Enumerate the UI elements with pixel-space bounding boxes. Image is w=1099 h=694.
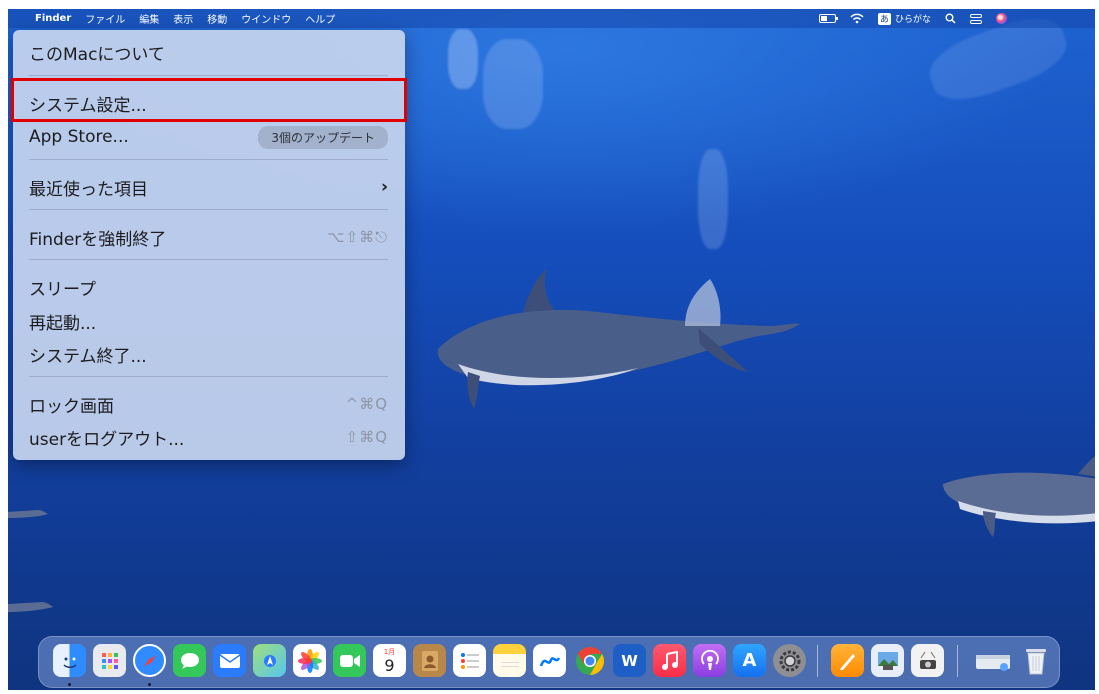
- menu-item-force-quit[interactable]: Finderを強制終了 ⌥⇧⌘⎋: [29, 222, 388, 252]
- system-settings-icon[interactable]: [773, 644, 806, 677]
- menu-item-label: システム終了...: [29, 346, 147, 367]
- screenshot-icon[interactable]: [911, 644, 944, 677]
- siri-icon[interactable]: [996, 13, 1007, 24]
- dock: 1月 9 W A: [38, 636, 1060, 688]
- menu-item-label: App Store...: [29, 127, 129, 147]
- trash-icon[interactable]: [1019, 644, 1052, 677]
- menu-separator: [29, 209, 388, 210]
- menubar-go[interactable]: 移動: [207, 11, 227, 26]
- word-letter: W: [621, 651, 638, 670]
- status-area: あ ひらがな: [805, 9, 1007, 28]
- menubar-edit[interactable]: 編集: [139, 11, 159, 26]
- dolphin-image: [8, 510, 48, 518]
- menu-item-label: 最近使った項目: [29, 179, 148, 200]
- battery-icon[interactable]: [818, 14, 838, 23]
- preview-icon[interactable]: [871, 644, 904, 677]
- running-indicator: [148, 683, 151, 686]
- menu-item-label: このMacについて: [29, 44, 165, 65]
- chrome-icon[interactable]: [573, 644, 606, 677]
- dock-divider: [957, 645, 958, 677]
- music-icon[interactable]: [653, 644, 686, 677]
- menubar-app-name[interactable]: Finder: [35, 13, 71, 24]
- dolphin-image: [437, 269, 800, 409]
- dock-divider: [817, 645, 818, 677]
- menu-item-logout[interactable]: userをログアウト... ⇧⌘Q: [29, 422, 388, 452]
- menu-item-label: Finderを強制終了: [29, 229, 167, 250]
- calendar-day: 9: [384, 656, 395, 675]
- messages-icon[interactable]: [173, 644, 206, 677]
- keyboard-shortcut: ⇧⌘Q: [345, 428, 388, 446]
- reminders-icon[interactable]: [453, 644, 486, 677]
- menu-separator: [29, 376, 388, 377]
- menu-separator: [29, 75, 388, 76]
- freeform-icon[interactable]: [533, 644, 566, 677]
- mail-icon[interactable]: [213, 644, 246, 677]
- input-method-label: ひらがな: [894, 15, 931, 25]
- menu-item-about[interactable]: このMacについて: [29, 37, 388, 67]
- calendar-icon[interactable]: 1月 9: [373, 644, 406, 677]
- running-indicator: [68, 683, 71, 686]
- menu-separator: [29, 159, 388, 160]
- menubar-file[interactable]: ファイル: [85, 11, 125, 26]
- facetime-icon[interactable]: [333, 644, 366, 677]
- menu-item-sleep[interactable]: スリープ: [29, 272, 388, 302]
- water-reflection: [698, 149, 728, 249]
- menu-item-label: 再起動...: [29, 313, 97, 334]
- update-badge: 3個のアップデート: [258, 125, 388, 149]
- menu-item-lock-screen[interactable]: ロック画面 ^⌘Q: [29, 389, 388, 419]
- highlight-box: [11, 78, 407, 122]
- podcasts-icon[interactable]: [693, 644, 726, 677]
- word-icon[interactable]: W: [613, 644, 646, 677]
- dolphin-image: [8, 602, 53, 612]
- finder-icon[interactable]: [53, 644, 86, 677]
- menubar-window[interactable]: ウインドウ: [241, 11, 291, 26]
- menu-item-recent-items[interactable]: 最近使った項目 ›: [29, 172, 388, 202]
- control-center-icon[interactable]: [970, 13, 982, 24]
- menu-separator: [29, 259, 388, 260]
- keyboard-shortcut: ^⌘Q: [345, 395, 388, 413]
- menu-item-restart[interactable]: 再起動...: [29, 306, 388, 336]
- input-method-menu[interactable]: あ ひらがな: [877, 12, 931, 25]
- notes-icon[interactable]: [493, 644, 526, 677]
- menu-item-shutdown[interactable]: システム終了...: [29, 339, 388, 369]
- water-reflection: [483, 39, 543, 129]
- menubar-view[interactable]: 表示: [173, 11, 193, 26]
- safari-icon[interactable]: [133, 644, 166, 677]
- menu-item-label: ロック画面: [29, 396, 114, 417]
- menu-item-label: スリープ: [29, 279, 96, 300]
- dolphin-image: [943, 456, 1095, 537]
- menu-bar: Finder ファイル 編集 表示 移動 ウインドウ ヘルプ あ ひらがな: [8, 9, 1095, 28]
- menubar-help[interactable]: ヘルプ: [305, 11, 335, 26]
- contacts-icon[interactable]: [413, 644, 446, 677]
- photos-icon[interactable]: [293, 644, 326, 677]
- launchpad-icon[interactable]: [93, 644, 126, 677]
- menu-item-label: userをログアウト...: [29, 429, 185, 450]
- desktop: Finder ファイル 編集 表示 移動 ウインドウ ヘルプ あ ひらがな この…: [8, 9, 1095, 690]
- pages-icon[interactable]: [831, 644, 864, 677]
- water-reflection: [448, 29, 478, 89]
- downloads-stack-icon[interactable]: [973, 644, 1013, 677]
- keyboard-shortcut: ⌥⇧⌘⎋: [327, 228, 388, 246]
- app-store-letter: A: [742, 650, 757, 671]
- maps-icon[interactable]: [253, 644, 286, 677]
- input-method-icon: あ: [877, 12, 891, 25]
- menu-item-app-store[interactable]: App Store... 3個のアップデート: [29, 122, 388, 152]
- dolphin-image: [685, 279, 721, 326]
- search-icon[interactable]: [945, 13, 956, 24]
- chevron-right-icon: ›: [380, 177, 388, 197]
- wifi-icon[interactable]: [850, 13, 864, 24]
- app-store-icon[interactable]: A: [733, 644, 766, 677]
